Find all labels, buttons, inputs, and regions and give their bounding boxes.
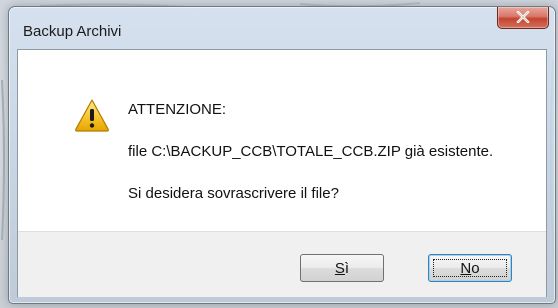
focus-rectangle xyxy=(433,259,507,277)
yes-accesskey: S xyxy=(334,259,345,277)
title-bar[interactable]: Backup Archivi xyxy=(9,7,555,43)
dialog-content: ATTENZIONE: file C:\BACKUP_CCB\TOTALE_CC… xyxy=(17,49,547,297)
close-icon xyxy=(516,11,530,23)
window-title: Backup Archivi xyxy=(23,23,122,40)
message-heading: ATTENZIONE: xyxy=(128,101,227,118)
no-button[interactable]: No xyxy=(428,254,512,282)
close-button[interactable] xyxy=(497,7,549,29)
button-bar: Sì No xyxy=(18,231,546,297)
warning-icon xyxy=(75,99,109,132)
yes-button[interactable]: Sì xyxy=(300,254,384,282)
message-file-exists: file C:\BACKUP_CCB\TOTALE_CCB.ZIP già es… xyxy=(128,143,494,160)
dialog-window: Backup Archivi ATTENZIONE: file C:\BACKU… xyxy=(8,6,556,304)
yes-label-rest: ì xyxy=(344,259,350,277)
message-question: Si desidera sovrascrivere il file? xyxy=(128,185,339,202)
